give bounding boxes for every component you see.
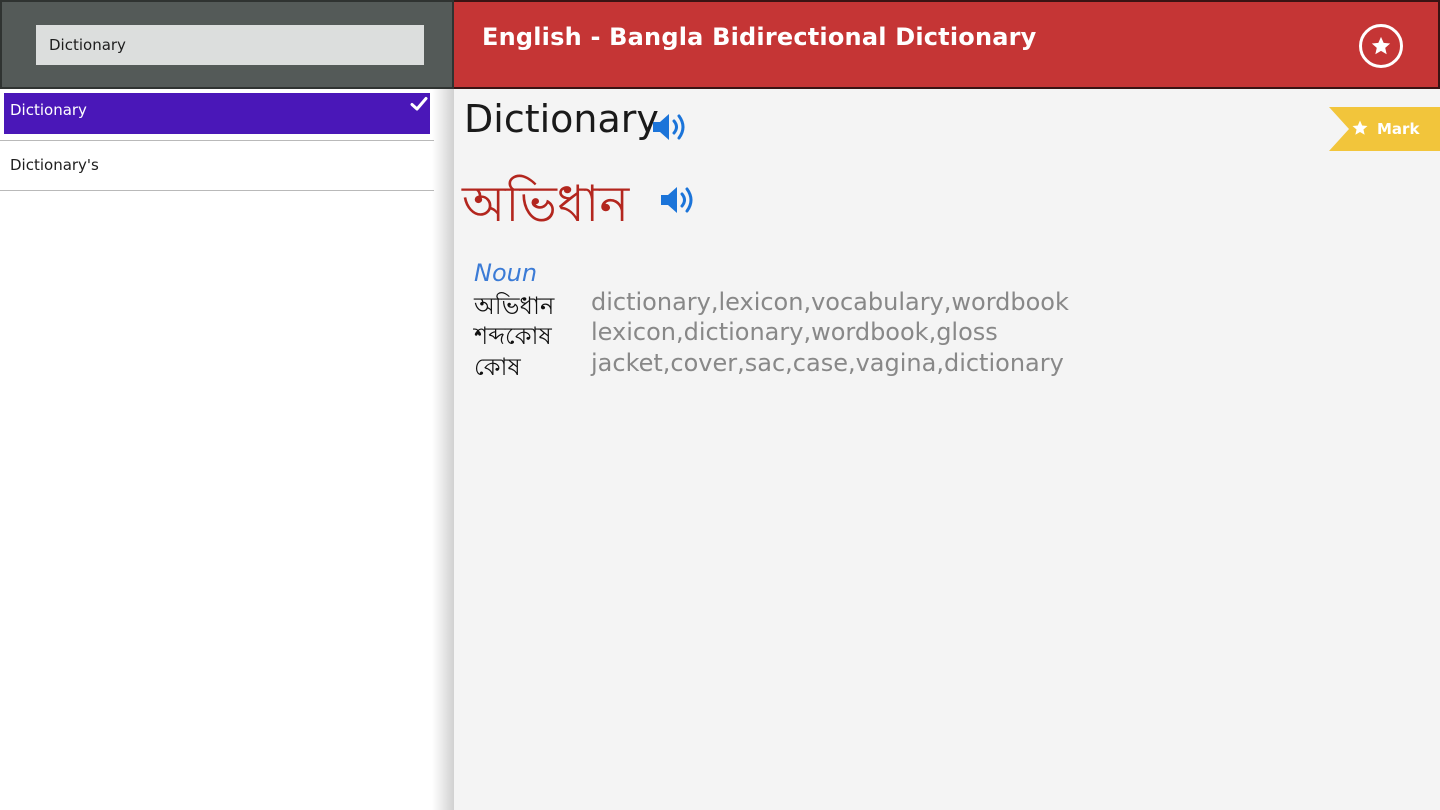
favorites-button[interactable]	[1359, 24, 1403, 68]
result-item-dictionarys[interactable]: Dictionary's	[0, 139, 434, 191]
star-icon	[1352, 120, 1368, 135]
entry-panel: Dictionary অভিধান Mark Noun অভিধান dicti…	[454, 89, 1440, 810]
star-icon	[1371, 36, 1391, 55]
app-title: English - Bangla Bidirectional Dictionar…	[482, 23, 1037, 51]
search-panel	[0, 0, 454, 89]
speaker-icon[interactable]	[659, 184, 699, 216]
app-header: English - Bangla Bidirectional Dictionar…	[454, 0, 1440, 89]
english-synonyms: jacket,cover,sac,case,vagina,dictionary	[591, 349, 1064, 377]
result-item-label: Dictionary's	[10, 155, 99, 174]
mark-button[interactable]: Mark	[1329, 107, 1440, 151]
part-of-speech: Noun	[474, 259, 538, 287]
mark-label: Mark	[1377, 120, 1420, 138]
english-synonyms: dictionary,lexicon,vocabulary,wordbook	[591, 288, 1069, 316]
results-list: Dictionary Dictionary's	[0, 89, 454, 810]
headword: Dictionary	[464, 97, 659, 141]
bangla-term: কোষ	[474, 353, 521, 381]
search-input[interactable]	[36, 25, 424, 65]
translation: অভিধান	[462, 175, 630, 233]
speaker-icon[interactable]	[651, 111, 691, 143]
english-synonyms: lexicon,dictionary,wordbook,gloss	[591, 318, 998, 346]
result-item-label: Dictionary	[10, 101, 87, 119]
check-icon	[410, 97, 428, 111]
result-item-dictionary[interactable]: Dictionary	[0, 89, 434, 141]
